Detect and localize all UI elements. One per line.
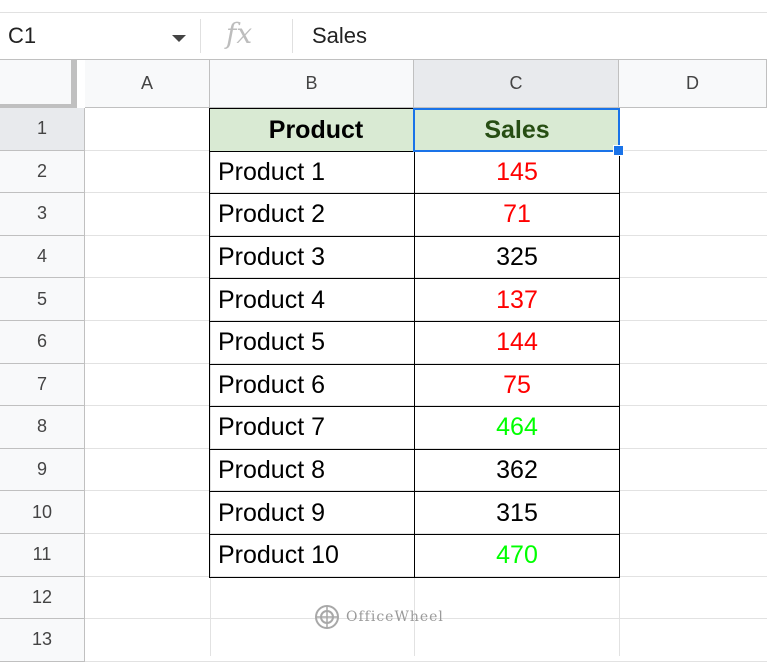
- cell-b4[interactable]: Product 3: [209, 235, 415, 280]
- selected-cell-outline: [413, 108, 620, 152]
- row-header-1[interactable]: 1: [0, 108, 85, 151]
- cell-c6[interactable]: 144: [414, 321, 620, 365]
- row-header-7[interactable]: 7: [0, 363, 85, 407]
- cell-c9[interactable]: 362: [414, 448, 620, 493]
- cell-b6[interactable]: Product 5: [209, 321, 415, 365]
- cell-c3[interactable]: 71: [414, 193, 620, 237]
- cell-b8[interactable]: Product 7: [209, 406, 415, 450]
- fx-icon: fx: [226, 17, 253, 50]
- row-header-12[interactable]: 12: [0, 576, 85, 620]
- column-header-d[interactable]: D: [619, 60, 767, 108]
- divider: [200, 19, 201, 53]
- formula-input[interactable]: Sales: [312, 23, 367, 49]
- cell-c11[interactable]: 470: [414, 534, 620, 578]
- row-header-4[interactable]: 4: [0, 235, 85, 279]
- cell-b10[interactable]: Product 9: [209, 491, 415, 535]
- cell-b2[interactable]: Product 1: [209, 150, 415, 195]
- name-box-dropdown-icon[interactable]: [172, 35, 186, 42]
- cell-b5[interactable]: Product 4: [209, 278, 415, 322]
- row-header-11[interactable]: 11: [0, 534, 85, 577]
- row-header-3[interactable]: 3: [0, 193, 85, 236]
- cell-b11[interactable]: Product 10: [209, 534, 415, 578]
- row-header-9[interactable]: 9: [0, 448, 85, 492]
- row-header-13[interactable]: 13: [0, 619, 85, 662]
- cell-c10[interactable]: 315: [414, 491, 620, 535]
- formula-bar: C1 fx Sales: [0, 13, 767, 60]
- row-header-5[interactable]: 5: [0, 278, 85, 321]
- row-header-8[interactable]: 8: [0, 406, 85, 449]
- cell-b7[interactable]: Product 6: [209, 363, 415, 408]
- watermark-text: OfficeWheel: [346, 609, 444, 625]
- row-header-10[interactable]: 10: [0, 491, 85, 534]
- officewheel-logo-icon: [315, 605, 339, 629]
- cell-c2[interactable]: 145: [414, 150, 620, 195]
- column-header-b[interactable]: B: [210, 60, 414, 108]
- divider: [292, 19, 293, 53]
- name-box[interactable]: C1: [8, 23, 36, 49]
- top-strip: [0, 0, 767, 13]
- column-header-c[interactable]: C: [414, 60, 619, 108]
- select-all-corner[interactable]: [0, 60, 77, 108]
- column-header-a[interactable]: A: [85, 60, 210, 108]
- fill-handle[interactable]: [613, 145, 624, 156]
- cell-b1[interactable]: Product: [209, 108, 415, 152]
- cell-b9[interactable]: Product 8: [209, 448, 415, 493]
- cell-c8[interactable]: 464: [414, 406, 620, 450]
- row-header-6[interactable]: 6: [0, 321, 85, 364]
- cell-c7[interactable]: 75: [414, 363, 620, 408]
- row-header-2[interactable]: 2: [0, 150, 85, 194]
- cell-b3[interactable]: Product 2: [209, 193, 415, 237]
- cell-c5[interactable]: 137: [414, 278, 620, 322]
- cell-c4[interactable]: 325: [414, 235, 620, 280]
- watermark: OfficeWheel: [314, 604, 444, 630]
